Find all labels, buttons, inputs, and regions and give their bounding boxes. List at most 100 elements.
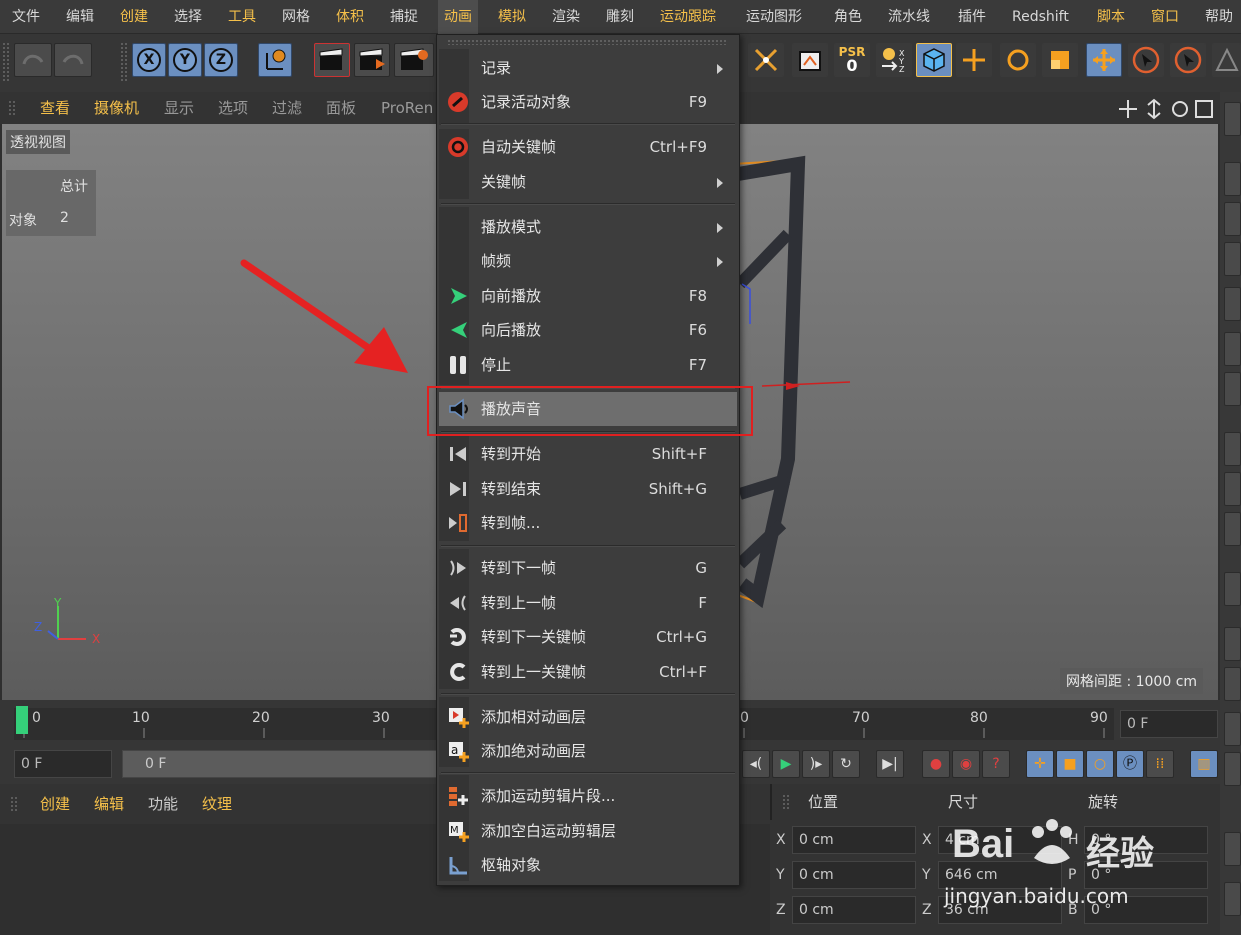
menu-item-add-absolute-layer[interactable]: a 添加绝对动画层 [439,734,737,768]
lock-z-button[interactable]: Z [204,43,238,77]
material-bar-grip[interactable] [10,796,18,812]
key-scale-button[interactable]: ■ [1056,750,1084,778]
menu-character[interactable]: 角色 [828,0,868,34]
move-tool-button[interactable] [956,43,992,77]
viewport-menu-view[interactable]: 查看 [40,92,70,124]
viewport-title[interactable]: 透视视图 [6,130,70,154]
key-parameter-button[interactable]: Ⓟ [1116,750,1144,778]
dock-tool-button[interactable] [1224,882,1241,916]
dock-tool-button[interactable] [1224,472,1241,506]
menu-redshift[interactable]: Redshift [1006,0,1075,34]
menu-item-playback-mode[interactable]: 播放模式 [439,210,737,244]
dock-tool-button[interactable] [1224,372,1241,406]
live-select-button[interactable] [1086,43,1122,77]
dock-tool-button[interactable] [1224,332,1241,366]
menu-pipeline[interactable]: 流水线 [882,0,936,34]
material-menu-create[interactable]: 创建 [40,784,70,824]
redo-button[interactable] [54,43,92,77]
undo-button[interactable] [14,43,52,77]
menu-tools[interactable]: 工具 [222,0,262,34]
dock-tool-button[interactable] [1224,572,1241,606]
go-end-button[interactable]: ▶| [876,750,904,778]
select-tool-2-button[interactable] [1170,43,1206,77]
render-picture-viewer-button[interactable] [354,43,390,77]
play-button[interactable]: ▶ [772,750,800,778]
render-settings-button[interactable] [394,43,434,77]
dock-tool-button[interactable] [1224,162,1241,196]
menu-item-go-to-frame[interactable]: 转到帧... [439,506,737,540]
more-tools-button[interactable] [1212,43,1241,77]
prev-frame-button[interactable]: ◂( [742,750,770,778]
key-rotation-button[interactable]: ○ [1086,750,1114,778]
menu-script[interactable]: 脚本 [1091,0,1131,34]
menu-simulate[interactable]: 模拟 [492,0,532,34]
toolbar-grip[interactable] [120,42,128,82]
menu-item-keyframes[interactable]: 关键帧 [439,165,737,199]
menu-mograph[interactable]: 运动图形 [740,0,808,34]
menu-motion-tracking[interactable]: 运动跟踪 [654,0,722,34]
menu-item-frame-rate[interactable]: 帧频 [439,244,737,278]
rotate-tool-button[interactable] [1000,43,1036,77]
coordinates-grip[interactable] [782,794,790,810]
menu-select[interactable]: 选择 [168,0,208,34]
position-y-field[interactable]: 0 cm [792,861,916,889]
viewport-menu-filter[interactable]: 过滤 [272,92,302,124]
dock-tool-button[interactable] [1224,432,1241,466]
snap-button[interactable] [748,43,784,77]
dock-tool-button[interactable] [1224,242,1241,276]
menu-animate[interactable]: 动画 [438,0,478,34]
menu-volume[interactable]: 体积 [330,0,370,34]
next-frame-button[interactable]: )▸ [802,750,830,778]
keyframe-help-button[interactable]: ? [982,750,1010,778]
psr-button[interactable]: PSR 0 [834,43,870,77]
menu-item-stop[interactable]: 停止 F7 [439,348,737,382]
dock-tool-button[interactable] [1224,627,1241,661]
menu-item-record-active-object[interactable]: 记录活动对象 F9 [439,85,737,119]
dock-tool-button[interactable] [1224,512,1241,546]
render-view-button[interactable] [314,43,350,77]
material-menu-texture[interactable]: 纹理 [202,784,232,824]
dock-tool-button[interactable] [1224,202,1241,236]
viewport-menu-prorender[interactable]: ProRen [381,92,433,124]
menu-item-previous-frame[interactable]: 转到上一帧 F [439,586,737,620]
menu-sculpt[interactable]: 雕刻 [600,0,640,34]
coord-system-button[interactable] [258,43,292,77]
dock-tool-button[interactable] [1224,832,1241,866]
key-position-button[interactable]: ✛ [1026,750,1054,778]
viewport-bar-grip[interactable] [8,100,16,116]
timeline-window-button[interactable]: ▥ [1190,750,1218,778]
viewport-menu-options[interactable]: 选项 [218,92,248,124]
toolbar-grip[interactable] [2,42,10,82]
menu-item-next-frame[interactable]: 转到下一帧 G [439,551,737,585]
menu-mesh[interactable]: 网格 [276,0,316,34]
viewport-menu-camera[interactable]: 摄像机 [94,92,139,124]
material-menu-function[interactable]: 功能 [148,784,178,824]
workplane-button[interactable] [792,43,828,77]
menu-item-add-motion-clip[interactable]: 添加运动剪辑片段... [439,779,737,813]
menu-window[interactable]: 窗口 [1145,0,1185,34]
next-key-button[interactable]: ↻ [832,750,860,778]
lock-x-button[interactable]: X [132,43,166,77]
position-z-field[interactable]: 0 cm [792,896,916,924]
record-button[interactable]: ● [922,750,950,778]
model-mode-button[interactable] [916,43,952,77]
viewport-menu-display[interactable]: 显示 [164,92,194,124]
frame-range-slider[interactable]: 0 F [122,750,438,778]
key-pla-button[interactable]: ⁞⁞ [1146,750,1174,778]
material-menu-edit[interactable]: 编辑 [94,784,124,824]
dock-tool-button[interactable] [1224,752,1241,786]
select-tool-button[interactable] [1128,43,1164,77]
menu-tearoff-handle[interactable] [447,39,727,45]
menu-item-add-relative-layer[interactable]: 添加相对动画层 [439,700,737,734]
viewport-nav-icons[interactable] [1118,98,1218,120]
menu-item-record[interactable]: 记录 [439,51,737,85]
menu-snap[interactable]: 捕捉 [384,0,424,34]
timeline-playhead[interactable] [16,706,28,734]
menu-item-go-to-start[interactable]: 转到开始 Shift+F [439,437,737,471]
menu-item-pivot-object[interactable]: 枢轴对象 [439,848,737,882]
start-frame-field[interactable]: 0 F [14,750,112,778]
menu-item-play-forward[interactable]: 向前播放 F8 [439,279,737,313]
menu-render[interactable]: 渲染 [546,0,586,34]
menu-item-play-backward[interactable]: 向后播放 F6 [439,313,737,347]
menu-create[interactable]: 创建 [114,0,154,34]
